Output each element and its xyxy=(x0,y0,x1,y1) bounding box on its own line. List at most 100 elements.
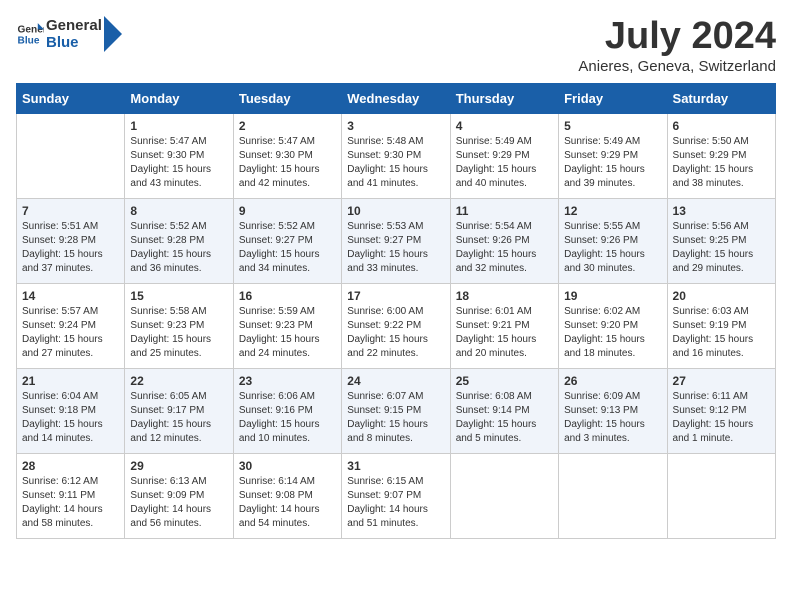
calendar-week-row: 28 Sunrise: 6:12 AMSunset: 9:11 PMDayligh… xyxy=(17,453,776,538)
day-info: Sunrise: 6:03 AMSunset: 9:19 PMDaylight:… xyxy=(673,305,770,361)
day-number: 13 xyxy=(673,204,770,218)
calendar-cell: 16 Sunrise: 5:59 AMSunset: 9:23 PMDayligh… xyxy=(233,283,341,368)
calendar-cell: 15Sunrise: 5:58 AMSunset: 9:23 PMDayligh… xyxy=(125,283,233,368)
weekday-header-saturday: Saturday xyxy=(667,83,775,113)
day-number: 11 xyxy=(456,204,553,218)
weekday-header-monday: Monday xyxy=(125,83,233,113)
calendar-cell: 18 Sunrise: 6:01 AMSunset: 9:21 PMDayligh… xyxy=(450,283,558,368)
day-number: 22 xyxy=(130,374,227,388)
day-info: Sunrise: 6:12 AMSunset: 9:11 PMDaylight:… xyxy=(22,475,119,531)
day-info: Sunrise: 5:57 AMSunset: 9:24 PMDaylight:… xyxy=(22,305,119,361)
logo-general: General xyxy=(46,17,102,34)
calendar-cell: 13 Sunrise: 5:56 AMSunset: 9:25 PMDayligh… xyxy=(667,198,775,283)
day-number: 9 xyxy=(239,204,336,218)
day-number: 27 xyxy=(673,374,770,388)
calendar-week-row: 1 Sunrise: 5:47 AMSunset: 9:30 PMDaylight… xyxy=(17,113,776,198)
day-info: Sunrise: 6:13 AMSunset: 9:09 PMDaylight:… xyxy=(130,475,227,531)
day-info: Sunrise: 5:55 AMSunset: 9:26 PMDaylight:… xyxy=(564,220,661,276)
day-number: 31 xyxy=(347,459,444,473)
calendar-cell: 11Sunrise: 5:54 AMSunset: 9:26 PMDayligh… xyxy=(450,198,558,283)
calendar-cell: 21Sunrise: 6:04 AMSunset: 9:18 PMDayligh… xyxy=(17,368,125,453)
weekday-header-sunday: Sunday xyxy=(17,83,125,113)
calendar-cell: 12 Sunrise: 5:55 AMSunset: 9:26 PMDayligh… xyxy=(559,198,667,283)
day-info: Sunrise: 6:02 AMSunset: 9:20 PMDaylight:… xyxy=(564,305,661,361)
day-number: 19 xyxy=(564,289,661,303)
weekday-header-wednesday: Wednesday xyxy=(342,83,450,113)
calendar-week-row: 21Sunrise: 6:04 AMSunset: 9:18 PMDayligh… xyxy=(17,368,776,453)
calendar-table: SundayMondayTuesdayWednesdayThursdayFrid… xyxy=(16,83,776,539)
day-number: 30 xyxy=(239,459,336,473)
calendar-cell: 17 Sunrise: 6:00 AMSunset: 9:22 PMDayligh… xyxy=(342,283,450,368)
logo-blue: Blue xyxy=(46,34,102,51)
day-number: 12 xyxy=(564,204,661,218)
day-number: 26 xyxy=(564,374,661,388)
day-info: Sunrise: 6:01 AMSunset: 9:21 PMDaylight:… xyxy=(456,305,553,361)
day-info: Sunrise: 6:00 AMSunset: 9:22 PMDaylight:… xyxy=(347,305,444,361)
weekday-header-tuesday: Tuesday xyxy=(233,83,341,113)
day-info: Sunrise: 6:11 AMSunset: 9:12 PMDaylight:… xyxy=(673,390,770,446)
day-number: 29 xyxy=(130,459,227,473)
title-block: July 2024 Anieres, Geneva, Switzerland xyxy=(578,16,776,75)
day-info: Sunrise: 6:07 AMSunset: 9:15 PMDaylight:… xyxy=(347,390,444,446)
calendar-cell: 26 Sunrise: 6:09 AMSunset: 9:13 PMDayligh… xyxy=(559,368,667,453)
day-number: 16 xyxy=(239,289,336,303)
calendar-cell: 23 Sunrise: 6:06 AMSunset: 9:16 PMDayligh… xyxy=(233,368,341,453)
calendar-cell: 29 Sunrise: 6:13 AMSunset: 9:09 PMDayligh… xyxy=(125,453,233,538)
day-number: 20 xyxy=(673,289,770,303)
day-info: Sunrise: 5:56 AMSunset: 9:25 PMDaylight:… xyxy=(673,220,770,276)
day-info: Sunrise: 5:58 AMSunset: 9:23 PMDaylight:… xyxy=(130,305,227,361)
day-number: 7 xyxy=(22,204,119,218)
calendar-week-row: 7 Sunrise: 5:51 AMSunset: 9:28 PMDaylight… xyxy=(17,198,776,283)
calendar-week-row: 14 Sunrise: 5:57 AMSunset: 9:24 PMDayligh… xyxy=(17,283,776,368)
day-number: 25 xyxy=(456,374,553,388)
calendar-cell xyxy=(667,453,775,538)
weekday-header-row: SundayMondayTuesdayWednesdayThursdayFrid… xyxy=(17,83,776,113)
day-number: 28 xyxy=(22,459,119,473)
calendar-cell: 5 Sunrise: 5:49 AMSunset: 9:29 PMDaylight… xyxy=(559,113,667,198)
calendar-cell: 25 Sunrise: 6:08 AMSunset: 9:14 PMDayligh… xyxy=(450,368,558,453)
day-number: 17 xyxy=(347,289,444,303)
calendar-cell: 19 Sunrise: 6:02 AMSunset: 9:20 PMDayligh… xyxy=(559,283,667,368)
day-info: Sunrise: 5:59 AMSunset: 9:23 PMDaylight:… xyxy=(239,305,336,361)
day-number: 5 xyxy=(564,119,661,133)
day-number: 23 xyxy=(239,374,336,388)
day-info: Sunrise: 6:15 AMSunset: 9:07 PMDaylight:… xyxy=(347,475,444,531)
day-number: 21 xyxy=(22,374,119,388)
day-info: Sunrise: 5:51 AMSunset: 9:28 PMDaylight:… xyxy=(22,220,119,276)
day-number: 1 xyxy=(130,119,227,133)
day-number: 10 xyxy=(347,204,444,218)
page-header: General Blue General Blue July 2024 Anie… xyxy=(16,16,776,75)
day-number: 14 xyxy=(22,289,119,303)
day-info: Sunrise: 5:49 AMSunset: 9:29 PMDaylight:… xyxy=(456,135,553,191)
day-info: Sunrise: 5:52 AMSunset: 9:28 PMDaylight:… xyxy=(130,220,227,276)
day-info: Sunrise: 5:48 AMSunset: 9:30 PMDaylight:… xyxy=(347,135,444,191)
calendar-cell: 2Sunrise: 5:47 AMSunset: 9:30 PMDaylight… xyxy=(233,113,341,198)
calendar-cell: 30Sunrise: 6:14 AMSunset: 9:08 PMDayligh… xyxy=(233,453,341,538)
calendar-cell: 28 Sunrise: 6:12 AMSunset: 9:11 PMDayligh… xyxy=(17,453,125,538)
calendar-cell: 24 Sunrise: 6:07 AMSunset: 9:15 PMDayligh… xyxy=(342,368,450,453)
calendar-cell: 20 Sunrise: 6:03 AMSunset: 9:19 PMDayligh… xyxy=(667,283,775,368)
day-info: Sunrise: 6:09 AMSunset: 9:13 PMDaylight:… xyxy=(564,390,661,446)
day-info: Sunrise: 5:49 AMSunset: 9:29 PMDaylight:… xyxy=(564,135,661,191)
calendar-cell: 10 Sunrise: 5:53 AMSunset: 9:27 PMDayligh… xyxy=(342,198,450,283)
day-number: 24 xyxy=(347,374,444,388)
day-info: Sunrise: 6:06 AMSunset: 9:16 PMDaylight:… xyxy=(239,390,336,446)
calendar-cell: 6Sunrise: 5:50 AMSunset: 9:29 PMDaylight… xyxy=(667,113,775,198)
day-info: Sunrise: 5:47 AMSunset: 9:30 PMDaylight:… xyxy=(130,135,227,191)
calendar-cell: 27 Sunrise: 6:11 AMSunset: 9:12 PMDayligh… xyxy=(667,368,775,453)
day-info: Sunrise: 6:08 AMSunset: 9:14 PMDaylight:… xyxy=(456,390,553,446)
calendar-cell: 9Sunrise: 5:52 AMSunset: 9:27 PMDaylight… xyxy=(233,198,341,283)
weekday-header-thursday: Thursday xyxy=(450,83,558,113)
day-number: 8 xyxy=(130,204,227,218)
logo: General Blue General Blue xyxy=(16,16,122,52)
weekday-header-friday: Friday xyxy=(559,83,667,113)
day-number: 3 xyxy=(347,119,444,133)
logo-icon: General Blue xyxy=(16,20,44,48)
day-info: Sunrise: 5:50 AMSunset: 9:29 PMDaylight:… xyxy=(673,135,770,191)
day-number: 2 xyxy=(239,119,336,133)
day-number: 18 xyxy=(456,289,553,303)
svg-text:Blue: Blue xyxy=(18,35,40,46)
calendar-cell xyxy=(450,453,558,538)
day-info: Sunrise: 5:53 AMSunset: 9:27 PMDaylight:… xyxy=(347,220,444,276)
calendar-cell: 3 Sunrise: 5:48 AMSunset: 9:30 PMDaylight… xyxy=(342,113,450,198)
